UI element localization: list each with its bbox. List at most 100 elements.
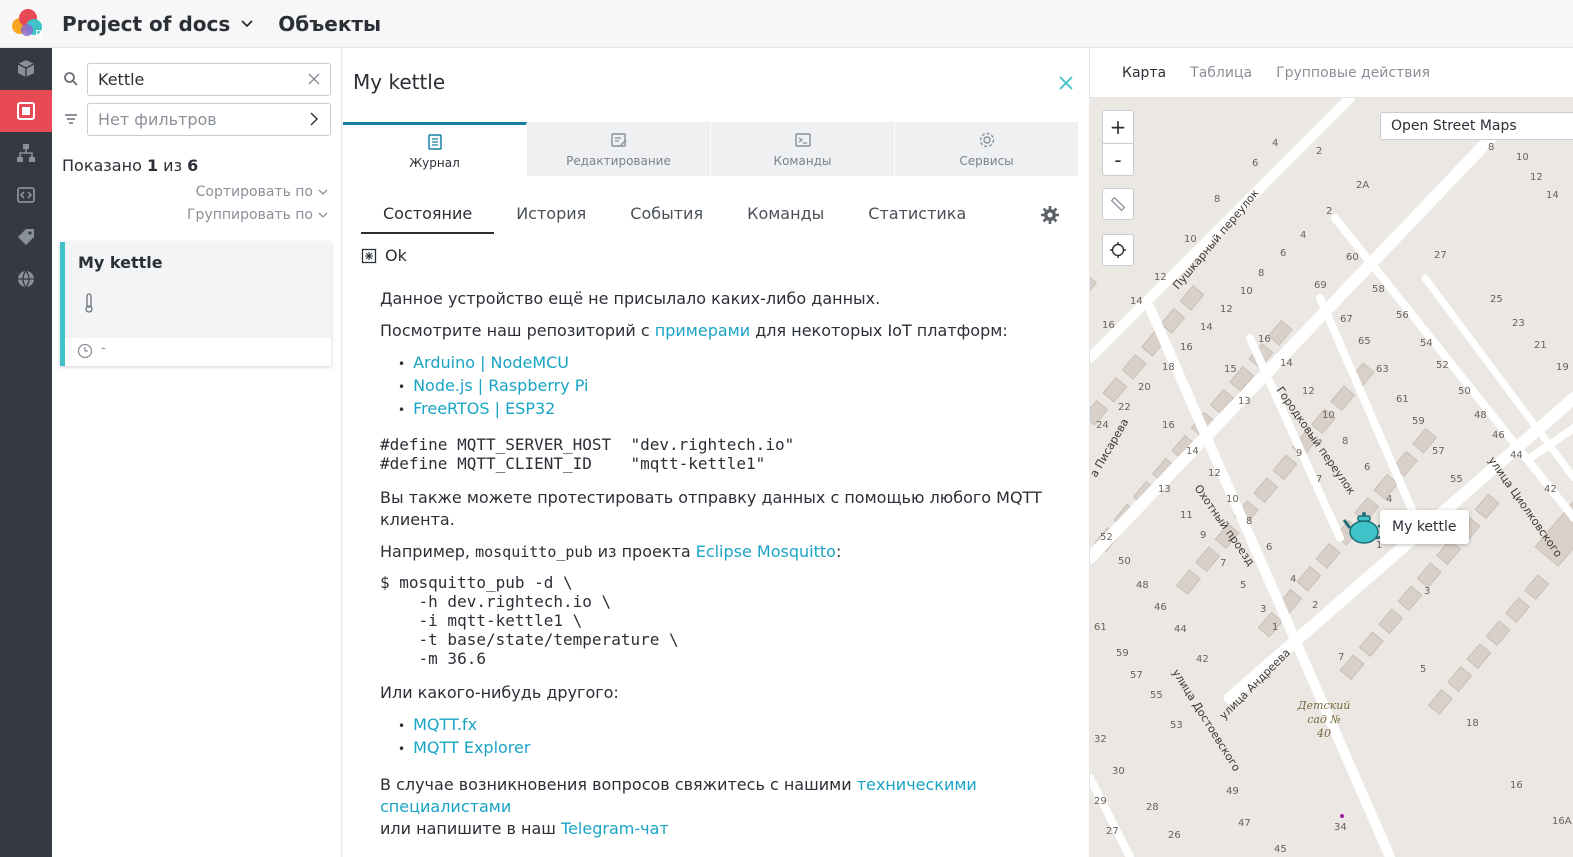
- examples-link[interactable]: примерами: [655, 321, 750, 340]
- chevron-right-icon: [310, 112, 318, 126]
- objects-list-panel: Kettle Нет фильтров Показано 1 из 6 Сорт…: [52, 48, 342, 857]
- rail-item-models[interactable]: [0, 48, 52, 90]
- tab-services[interactable]: Сервисы: [895, 122, 1079, 176]
- zoom-in-button[interactable]: +: [1103, 111, 1133, 143]
- svg-text:9: 9: [1200, 530, 1206, 541]
- clear-search-icon[interactable]: [306, 71, 322, 87]
- svg-text:2: 2: [1326, 206, 1332, 217]
- defines-code: #define MQTT_SERVER_HOST "dev.rightech.i…: [380, 435, 795, 473]
- svg-text:20: 20: [1138, 382, 1151, 393]
- project-selector[interactable]: Project of docs: [62, 12, 254, 36]
- support-text-line2: или напишите в наш: [380, 819, 562, 838]
- svg-text:8: 8: [1246, 516, 1252, 527]
- telegram-link[interactable]: Telegram-чат: [561, 819, 669, 838]
- close-icon[interactable]: [1057, 74, 1075, 92]
- filter-selector[interactable]: Нет фильтров: [87, 103, 331, 136]
- object-card[interactable]: My kettle -: [60, 242, 331, 366]
- svg-text:1: 1: [1272, 622, 1278, 633]
- svg-text:7: 7: [1338, 652, 1344, 663]
- object-card-title: My kettle: [78, 253, 163, 272]
- svg-text:24: 24: [1096, 420, 1109, 431]
- svg-text:48: 48: [1474, 410, 1487, 421]
- svg-text:5: 5: [1420, 664, 1426, 675]
- svg-text:14: 14: [1186, 446, 1199, 457]
- street-label: улица Циолковского: [1486, 454, 1565, 560]
- object-card-footer: -: [65, 338, 331, 366]
- rail-item-tags[interactable]: [0, 216, 52, 258]
- svg-text:44: 44: [1510, 450, 1523, 461]
- svg-text:6: 6: [1364, 462, 1370, 473]
- svg-text:10: 10: [1322, 410, 1335, 421]
- subtab-statistics[interactable]: Статистика: [846, 198, 988, 234]
- client-link-mqttfx[interactable]: MQTT.fx: [413, 715, 477, 734]
- svg-text:9: 9: [1296, 448, 1302, 459]
- svg-text:14: 14: [1130, 296, 1143, 307]
- status-ok-icon: [361, 248, 377, 263]
- example-text: Например, mosquitto_pub из проекта Eclip…: [380, 541, 1080, 563]
- svg-text:2: 2: [1312, 600, 1318, 611]
- map-layer-selector[interactable]: Open Street Maps: [1380, 112, 1573, 140]
- subtab-state[interactable]: Состояние: [361, 198, 495, 234]
- rail-item-hierarchy[interactable]: [0, 132, 52, 174]
- sort-by-dropdown[interactable]: Сортировать по: [196, 184, 329, 200]
- rightech-logo[interactable]: R: [6, 2, 50, 46]
- svg-text:6: 6: [1266, 542, 1272, 553]
- gear-icon[interactable]: [1039, 204, 1061, 226]
- subtab-events[interactable]: События: [608, 198, 725, 234]
- svg-text:8: 8: [1488, 142, 1494, 153]
- cube-icon: [17, 60, 35, 77]
- search-input[interactable]: Kettle: [87, 63, 331, 96]
- svg-text:61: 61: [1094, 622, 1107, 633]
- svg-text:59: 59: [1116, 648, 1129, 659]
- objects-icon: [17, 102, 35, 120]
- svg-text:60: 60: [1346, 252, 1359, 263]
- rail-item-objects[interactable]: [0, 90, 52, 132]
- tab-edit[interactable]: Редактирование: [527, 122, 711, 176]
- svg-text:10: 10: [1226, 494, 1239, 505]
- search-value: Kettle: [98, 70, 145, 89]
- map-tab-table[interactable]: Таблица: [1190, 65, 1252, 81]
- svg-text:50: 50: [1118, 556, 1131, 567]
- rail-item-geo[interactable]: [0, 258, 52, 300]
- svg-text:58: 58: [1372, 284, 1385, 295]
- svg-text:18: 18: [1162, 362, 1175, 373]
- mosquitto-link[interactable]: Eclipse Mosquitto: [696, 542, 836, 561]
- svg-text:4: 4: [1300, 230, 1306, 241]
- object-card-time: -: [101, 341, 106, 356]
- platform-link-arduino[interactable]: Arduino | NodeMCU: [413, 353, 569, 372]
- svg-text:16: 16: [1162, 420, 1175, 431]
- client-link-mqtt-explorer[interactable]: MQTT Explorer: [413, 738, 530, 757]
- svg-text:50: 50: [1458, 386, 1471, 397]
- subtab-history[interactable]: История: [494, 198, 608, 234]
- svg-text:8: 8: [1342, 436, 1348, 447]
- subtab-commands[interactable]: Команды: [725, 198, 846, 234]
- section-title: Объекты: [278, 11, 382, 36]
- svg-text:2: 2: [1316, 146, 1322, 157]
- no-data-text: Данное устройство ещё не присылало каких…: [380, 289, 881, 308]
- poi-label: Детский: [1297, 699, 1351, 712]
- map-canvas[interactable]: 2 4 6 8 10 12 14 16 2А 2 4 6 8 10 12 14 16 18 20 22 24 60 58…: [1090, 98, 1573, 857]
- rail-item-automation[interactable]: [0, 174, 52, 216]
- shown-number: 1: [146, 156, 159, 175]
- svg-text:12: 12: [1208, 468, 1221, 479]
- project-name: Project of docs: [62, 11, 231, 36]
- platform-link-nodejs[interactable]: Node.js | Raspberry Pi: [413, 376, 588, 395]
- svg-text:47: 47: [1238, 818, 1251, 829]
- zoom-out-button[interactable]: -: [1103, 143, 1133, 175]
- map-tab-group-actions[interactable]: Групповые действия: [1276, 65, 1430, 81]
- marker-label[interactable]: My kettle: [1380, 510, 1469, 544]
- svg-text:16: 16: [1102, 320, 1115, 331]
- map-panel: Карта Таблица Групповые действия 2 4 6 8…: [1089, 48, 1573, 857]
- tab-journal[interactable]: Журнал: [343, 122, 527, 176]
- tab-journal-label: Журнал: [409, 155, 460, 170]
- locate-button[interactable]: [1102, 234, 1134, 266]
- group-by-dropdown[interactable]: Группировать по: [187, 207, 329, 223]
- platform-link-freertos[interactable]: FreeRTOS | ESP32: [413, 399, 555, 418]
- services-icon: [979, 132, 994, 148]
- tab-commands[interactable]: Команды: [711, 122, 895, 176]
- svg-text:8: 8: [1214, 194, 1220, 205]
- ruler-button[interactable]: [1102, 188, 1134, 220]
- map-tab-map[interactable]: Карта: [1122, 65, 1166, 81]
- platforms-list: Arduino | NodeMCU Node.js | Raspberry Pi…: [398, 352, 1080, 421]
- detail-top-tabs: Журнал Редактирование Команды Сервисы: [343, 122, 1081, 176]
